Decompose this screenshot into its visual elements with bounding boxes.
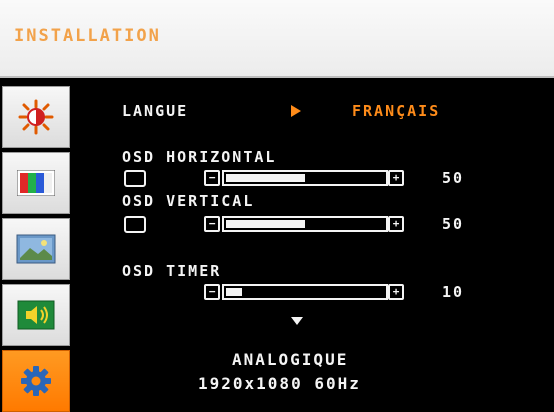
osd-vertical-slider[interactable] [222, 216, 388, 232]
vertical-position-icon [124, 216, 146, 233]
tab-brightness[interactable] [2, 86, 70, 148]
osd-vertical-value: 50 [442, 215, 465, 233]
osd-timer-decrease-button[interactable]: − [204, 284, 220, 300]
tab-setup[interactable] [2, 350, 70, 412]
scroll-down-arrow-icon[interactable] [290, 316, 304, 326]
language-value[interactable]: FRANÇAIS [352, 102, 440, 120]
sun-icon [18, 99, 54, 135]
osd-timer-slider[interactable] [222, 284, 388, 300]
language-label: LANGUE [122, 102, 189, 120]
osd-timer-increase-button[interactable]: + [388, 284, 404, 300]
gear-icon [21, 366, 51, 396]
osd-timer-value: 10 [442, 283, 465, 301]
tab-audio[interactable] [2, 284, 70, 346]
speaker-icon [17, 300, 55, 330]
osd-vertical-increase-button[interactable]: + [388, 216, 404, 232]
arrow-right-icon [291, 105, 301, 117]
input-source-status: ANALOGIQUE [232, 350, 349, 369]
osd-vertical-slider-fill [226, 220, 305, 228]
osd-horizontal-increase-button[interactable]: + [388, 170, 404, 186]
osd-horizontal-slider[interactable] [222, 170, 388, 186]
tab-image[interactable] [2, 218, 70, 280]
osd-timer-slider-fill [226, 288, 242, 296]
resolution-status: 1920x1080 60Hz [198, 374, 361, 393]
osd-window: INSTALLATION LANGUE FRANÇAIS OSD HORIZON… [0, 0, 554, 412]
osd-menu-panel: LANGUE FRANÇAIS OSD HORIZONTAL − + 50 OS… [82, 78, 554, 412]
osd-horizontal-label: OSD HORIZONTAL [122, 148, 277, 166]
header: INSTALLATION [0, 0, 554, 78]
horizontal-position-icon [124, 170, 146, 187]
osd-vertical-label: OSD VERTICAL [122, 192, 255, 210]
osd-horizontal-value: 50 [442, 169, 465, 187]
sidebar [0, 78, 82, 412]
osd-vertical-decrease-button[interactable]: − [204, 216, 220, 232]
image-icon [16, 234, 56, 264]
menu-title: INSTALLATION [14, 26, 161, 46]
color-bars-icon [17, 170, 55, 196]
tab-color[interactable] [2, 152, 70, 214]
osd-timer-label: OSD TIMER [122, 262, 222, 280]
osd-horizontal-slider-fill [226, 174, 305, 182]
osd-horizontal-decrease-button[interactable]: − [204, 170, 220, 186]
